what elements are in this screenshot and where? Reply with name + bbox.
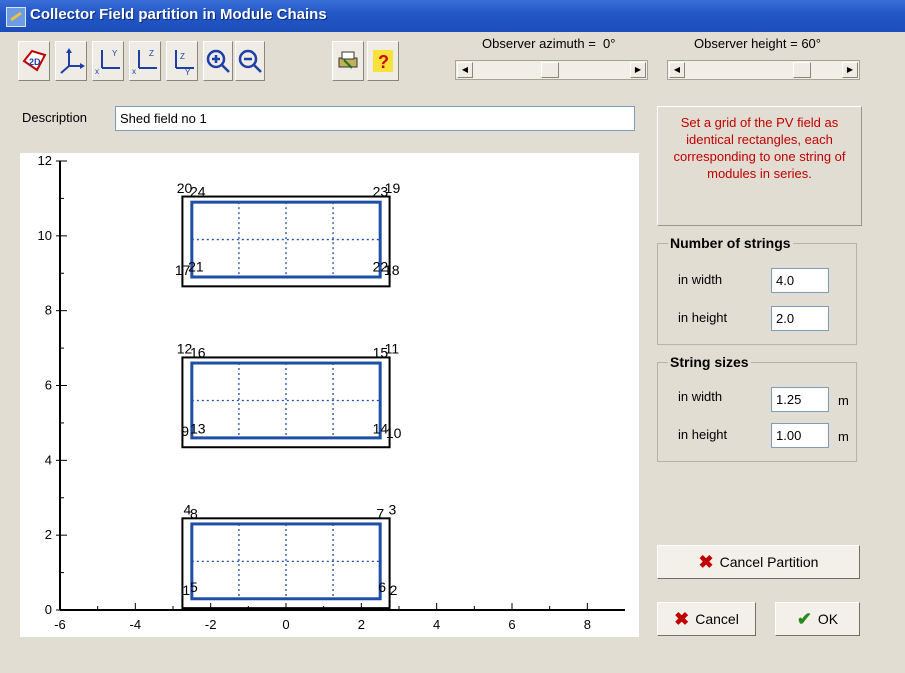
title-bar: Collector Field partition in Module Chai… xyxy=(0,0,905,32)
checkmark-icon: ✔ xyxy=(796,609,812,629)
scroll-left-arrow-icon[interactable]: ◀ xyxy=(457,62,473,78)
string-sizes-title: String sizes xyxy=(668,354,751,370)
hint-text: Set a grid of the PV field as identical … xyxy=(657,106,862,226)
3d-axes-icon xyxy=(60,48,85,74)
size-height-label: in height xyxy=(678,427,728,442)
view-xz-button[interactable]: xZ xyxy=(129,41,161,81)
strings-height-label: in height xyxy=(678,310,728,325)
strings-height-input[interactable] xyxy=(771,306,829,331)
zoom-out-icon xyxy=(238,49,262,73)
corner-label: 19 xyxy=(385,180,401,196)
azimuth-scroll-thumb[interactable] xyxy=(541,62,559,78)
scroll-left-arrow-icon[interactable]: ◀ xyxy=(669,62,685,78)
corner-label: 6 xyxy=(378,579,386,595)
app-icon xyxy=(6,7,26,27)
x-tick-label: 2 xyxy=(358,617,365,632)
corner-label: 10 xyxy=(386,425,402,441)
svg-text:Z: Z xyxy=(149,49,154,58)
svg-text:Y: Y xyxy=(112,49,118,58)
corner-label: 24 xyxy=(190,184,206,200)
print-button[interactable] xyxy=(332,41,364,81)
svg-text:Y: Y xyxy=(185,68,191,76)
height-scrollbar[interactable]: ◀ ▶ xyxy=(667,60,860,80)
y-tick-label: 6 xyxy=(45,378,52,393)
x-tick-label: 4 xyxy=(433,617,440,632)
corner-label: 9 xyxy=(181,423,189,439)
x-tick-label: -6 xyxy=(54,617,66,632)
corner-label: 16 xyxy=(190,344,206,360)
corner-label: 7 xyxy=(376,505,384,521)
view-yz-icon: ZY xyxy=(175,50,194,76)
field-plot: -6 -4 -2 0 2 4 6 8 0 2 4 6 8 10 12 4 8 7 3 1 5 6 2 12 16 15 11 9 13 1… xyxy=(20,153,639,637)
zoom-in-button[interactable] xyxy=(203,41,233,81)
y-tick-label: 8 xyxy=(45,303,52,318)
y-tick-label: 0 xyxy=(45,602,52,617)
2d-view-icon: 2D xyxy=(22,49,47,72)
svg-text:2D: 2D xyxy=(29,57,41,67)
corner-label: 21 xyxy=(188,258,204,274)
y-tick-label: 2 xyxy=(45,527,52,542)
description-label: Description xyxy=(22,110,88,125)
x-tick-label: 6 xyxy=(508,617,515,632)
height-label: Observer height = 60° xyxy=(694,36,821,51)
scroll-right-arrow-icon[interactable]: ▶ xyxy=(630,62,646,78)
azimuth-scrollbar[interactable]: ◀ ▶ xyxy=(455,60,648,80)
svg-text:x: x xyxy=(132,67,136,76)
corner-label: 2 xyxy=(390,582,398,598)
string-sizes-group: String sizes in width m in height m xyxy=(657,354,857,462)
corner-label: 11 xyxy=(385,341,400,357)
strings-width-label: in width xyxy=(678,272,723,287)
help-button[interactable]: ? xyxy=(367,41,399,81)
view-xy-button[interactable]: xY xyxy=(92,41,124,81)
zoom-in-icon xyxy=(206,49,230,73)
zoom-out-button[interactable] xyxy=(235,41,265,81)
number-of-strings-group: Number of strings in width in height xyxy=(657,235,857,345)
view-yz-button[interactable]: ZY xyxy=(166,41,198,81)
size-width-label: in width xyxy=(678,389,723,404)
window-title: Collector Field partition in Module Chai… xyxy=(30,6,327,23)
svg-text:?: ? xyxy=(378,52,389,72)
svg-text:Z: Z xyxy=(180,52,185,61)
print-icon xyxy=(338,51,358,69)
x-tick-label: 8 xyxy=(584,617,591,632)
y-tick-label: 4 xyxy=(45,452,52,467)
strings-width-input[interactable] xyxy=(771,268,829,293)
cancel-partition-button[interactable]: ✖ Cancel Partition xyxy=(657,545,860,579)
azimuth-value: 0° xyxy=(603,36,616,51)
corner-label: 18 xyxy=(384,262,400,278)
corner-label: 5 xyxy=(190,579,198,595)
size-height-unit: m xyxy=(838,429,849,444)
cross-icon: ✖ xyxy=(674,609,690,629)
size-width-unit: m xyxy=(838,393,849,408)
cross-icon: ✖ xyxy=(698,552,714,572)
svg-text:x: x xyxy=(95,67,99,76)
field-plot-svg: -6 -4 -2 0 2 4 6 802468101248 7 31 5 6 21216 15119 13 1… xyxy=(38,153,625,632)
scroll-right-arrow-icon[interactable]: ▶ xyxy=(842,62,858,78)
view-xy-icon: xY xyxy=(95,49,120,76)
y-tick-label: 12 xyxy=(38,153,52,168)
y-tick-label: 10 xyxy=(38,228,52,243)
azimuth-label: Observer azimuth = 0° xyxy=(482,36,616,51)
help-icon: ? xyxy=(373,50,393,72)
description-input[interactable] xyxy=(115,106,635,131)
x-tick-label: -2 xyxy=(205,617,217,632)
size-height-input[interactable] xyxy=(771,423,829,448)
cancel-button[interactable]: ✖ Cancel xyxy=(657,602,756,636)
corner-label: 8 xyxy=(190,505,198,521)
corner-label: 3 xyxy=(388,502,396,518)
size-width-input[interactable] xyxy=(771,387,829,412)
number-of-strings-title: Number of strings xyxy=(668,235,793,251)
3d-axes-button[interactable] xyxy=(55,41,87,81)
2d-view-button[interactable]: 2D xyxy=(18,41,50,81)
height-value: 60° xyxy=(801,36,821,51)
corner-label: 13 xyxy=(190,420,206,436)
height-scroll-thumb[interactable] xyxy=(793,62,811,78)
x-tick-label: -4 xyxy=(130,617,142,632)
view-xz-icon: xZ xyxy=(132,49,157,76)
x-tick-label: 0 xyxy=(282,617,289,632)
ok-button[interactable]: ✔ OK xyxy=(775,602,860,636)
